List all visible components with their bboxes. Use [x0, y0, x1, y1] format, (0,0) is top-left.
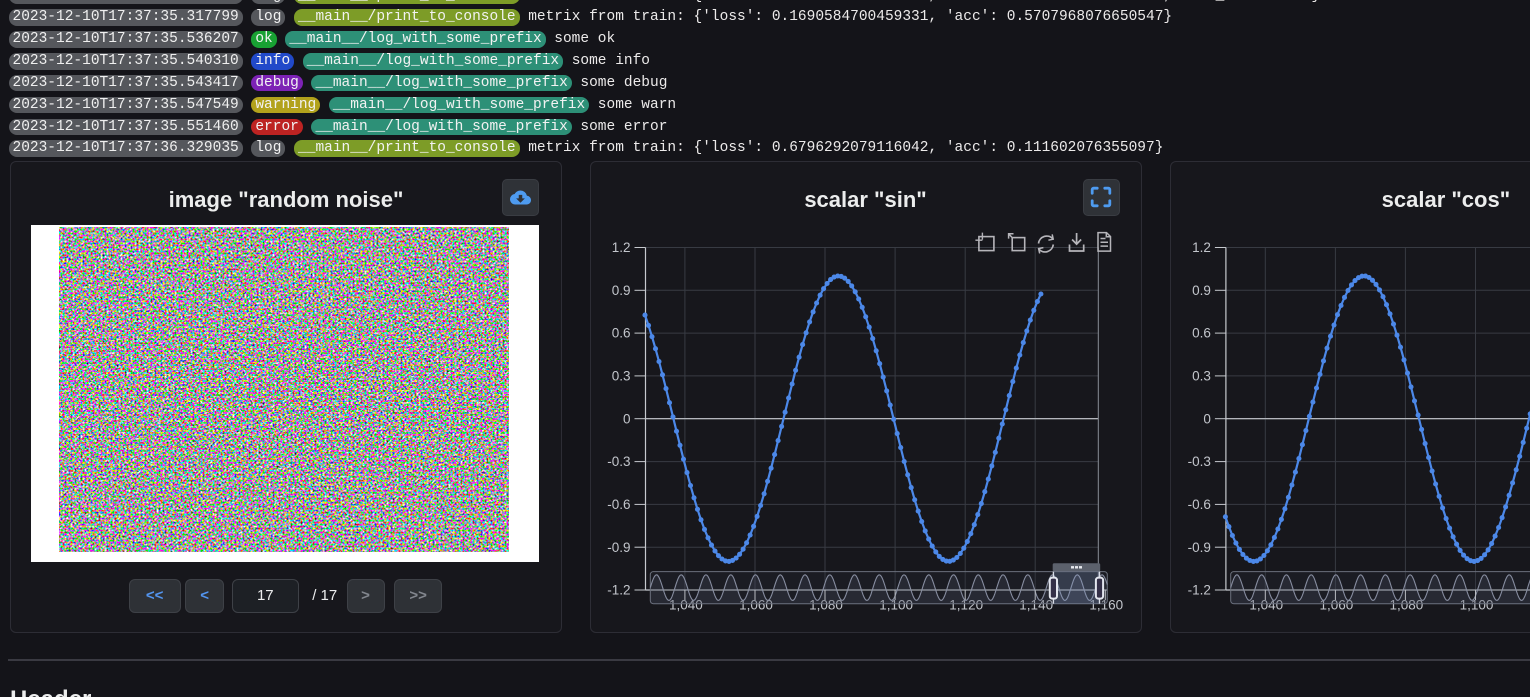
svg-text:0.9: 0.9: [612, 283, 631, 298]
svg-text:-1.2: -1.2: [1188, 583, 1211, 598]
svg-text:-0.9: -0.9: [1188, 540, 1211, 555]
svg-text:0: 0: [1203, 411, 1211, 426]
svg-text:0.9: 0.9: [1192, 283, 1211, 298]
svg-text:-0.9: -0.9: [607, 540, 630, 555]
svg-text:0.3: 0.3: [1192, 369, 1211, 384]
svg-text:-1.2: -1.2: [607, 583, 630, 598]
svg-text:0.6: 0.6: [1192, 326, 1211, 341]
svg-text:-0.3: -0.3: [607, 454, 630, 469]
svg-text:1.2: 1.2: [1192, 240, 1211, 255]
svg-text:-0.6: -0.6: [607, 497, 630, 512]
svg-text:0.6: 0.6: [612, 326, 631, 341]
svg-text:0.3: 0.3: [612, 369, 631, 384]
svg-text:1.2: 1.2: [612, 240, 631, 255]
svg-text:0: 0: [623, 411, 631, 426]
svg-text:-0.6: -0.6: [1188, 497, 1211, 512]
svg-text:-0.3: -0.3: [1188, 454, 1211, 469]
